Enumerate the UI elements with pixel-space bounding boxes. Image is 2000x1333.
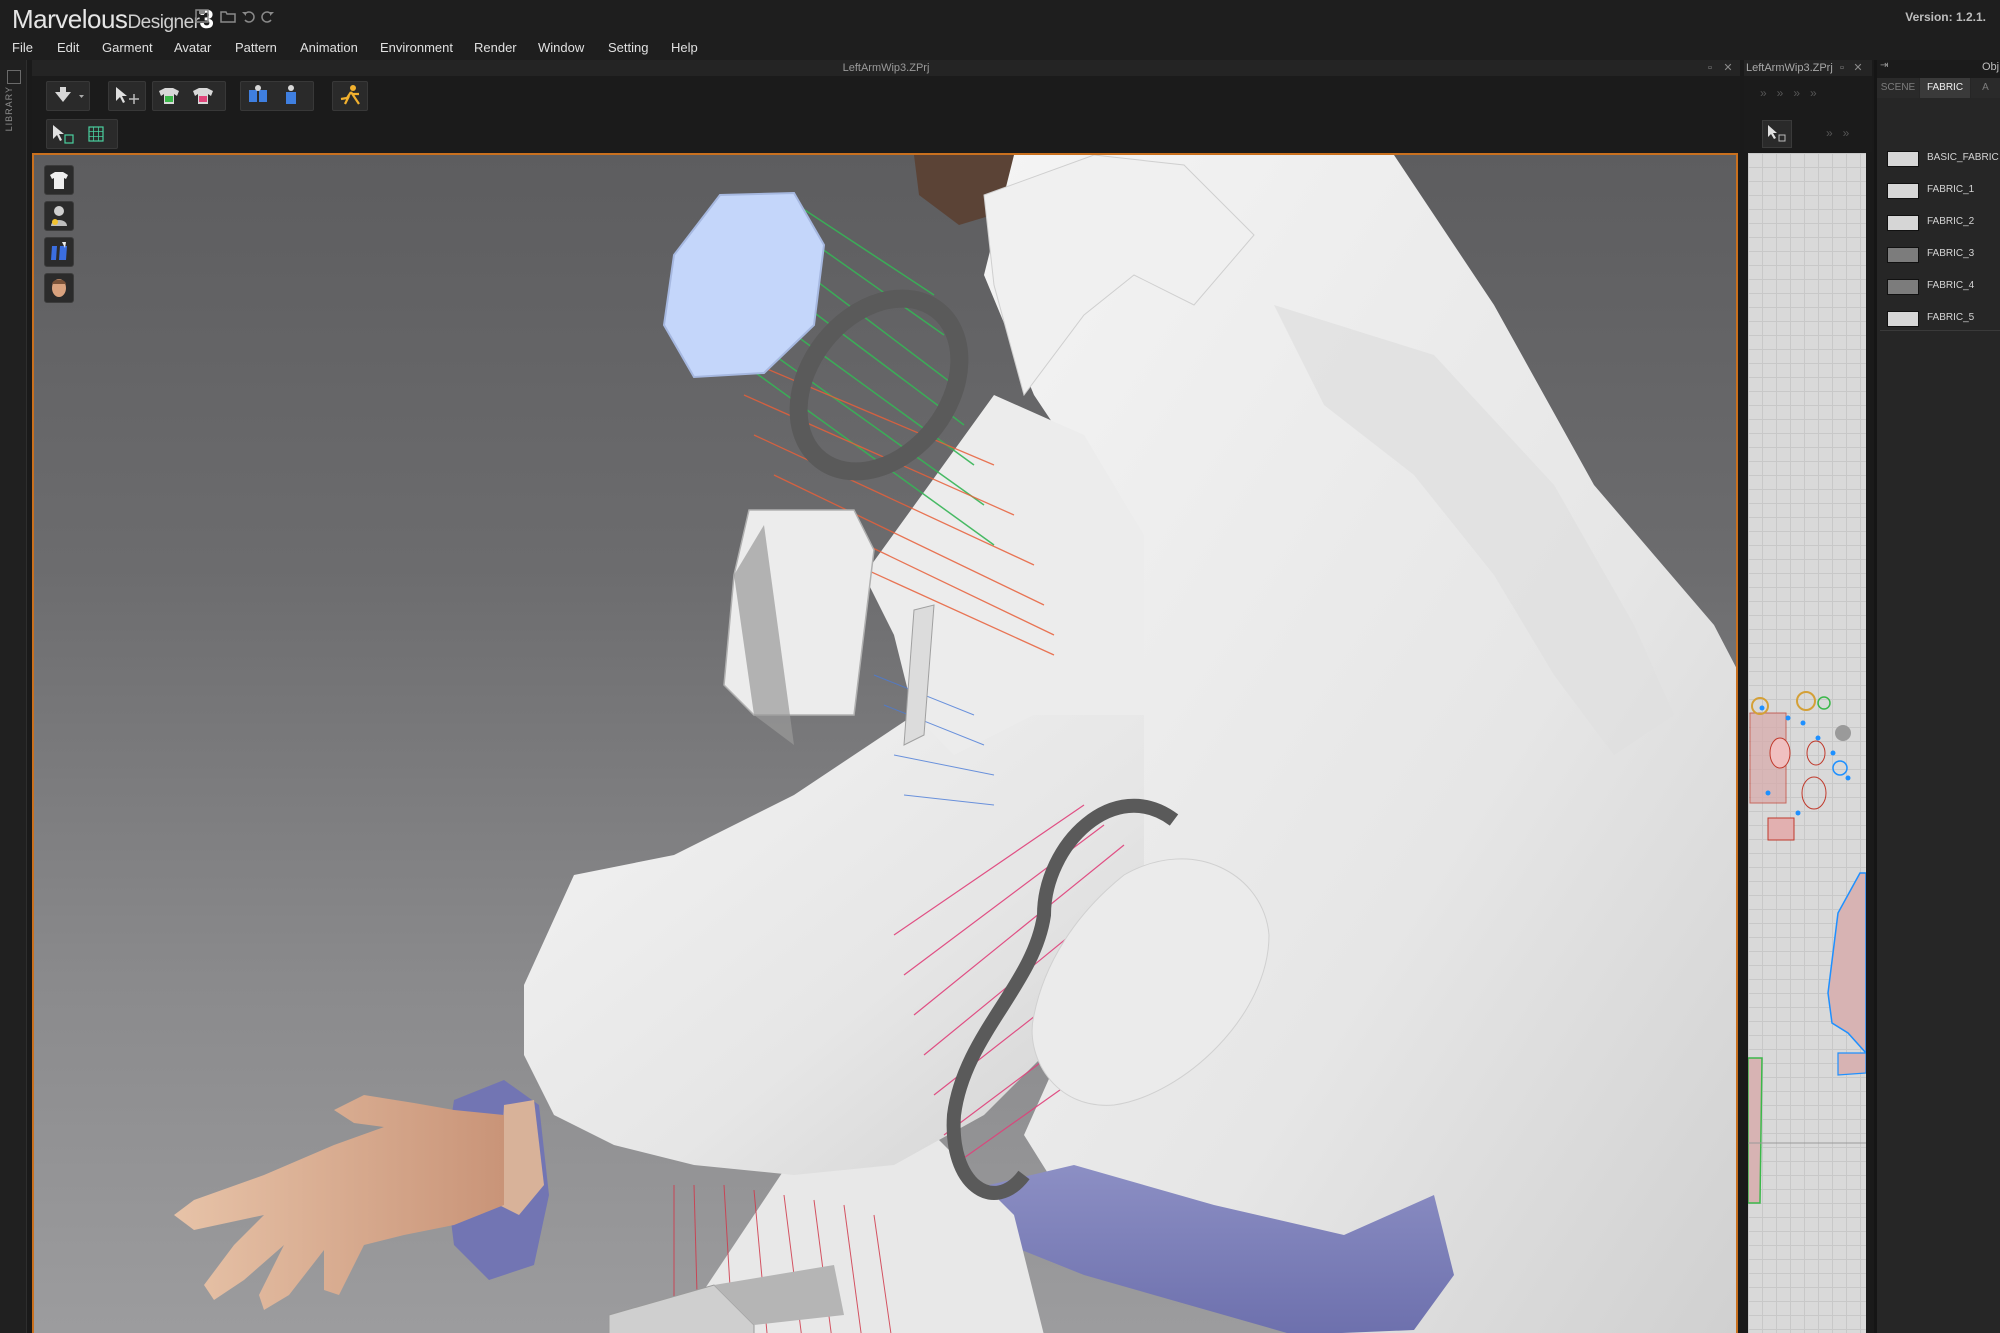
menu-file[interactable]: File [12,36,33,60]
library-label[interactable]: LIBRARY [4,86,14,131]
menu-pattern[interactable]: Pattern [235,36,277,60]
redo-icon[interactable] [260,9,276,23]
undo-icon[interactable] [240,9,256,23]
open-icon[interactable] [220,9,236,23]
2d-tool-chevrons-2[interactable]: » » [1826,126,1849,140]
menu-render[interactable]: Render [474,36,517,60]
fabric-item-1[interactable]: FABRIC_1 [1880,168,2000,200]
title-bar [0,0,2000,36]
menu-environment[interactable]: Environment [380,36,453,60]
fabric-label: BASIC_FABRIC [1927,152,1999,163]
pattern-layout [1748,691,1866,1204]
select-pattern-icon[interactable] [53,125,74,144]
2d-select-tool-icon[interactable] [1762,120,1792,148]
arrange-figure-icon[interactable] [286,85,296,104]
version-label: Version: 1.2.1. [1905,10,1986,24]
garment-green-icon[interactable] [159,88,179,104]
panel-pin-icon[interactable]: ⇥ [1880,60,1888,71]
show-head-icon[interactable] [44,273,74,303]
fabric-item-basic[interactable]: BASIC_FABRIC [1880,136,2000,168]
show-garment-icon[interactable] [44,165,74,195]
pattern-piece-large[interactable] [1827,872,1866,1055]
fabric-item-3[interactable]: FABRIC_3 [1880,232,2000,264]
pattern-piece-left[interactable] [1748,1057,1763,1204]
fabric-swatch [1887,151,1919,167]
select-move-icon[interactable] [108,81,146,111]
garment-pink-icon[interactable] [193,88,213,104]
fabric-swatch [1887,247,1919,263]
fabric-list-divider [1880,330,2000,331]
toolbar-secondary [32,114,1740,152]
app-logo: MarvelousDesigner3 [12,4,214,35]
menu-avatar[interactable]: Avatar [174,36,211,60]
window3d-title: LeftArmWip3.ZPrj [842,62,930,74]
fabric-item-2[interactable]: FABRIC_2 [1880,200,2000,232]
fabric-item-4[interactable]: FABRIC_4 [1880,264,2000,296]
avatar-hand [174,1095,504,1310]
fabric-label: FABRIC_4 [1927,280,1975,291]
fabric-item-5[interactable]: FABRIC_5 [1880,296,2000,328]
menu-setting[interactable]: Setting [608,36,648,60]
fabric-swatch [1887,279,1919,295]
menu-edit[interactable]: Edit [57,36,79,60]
window3d-float-icon[interactable]: ▫ [1704,60,1716,76]
fabric-label: FABRIC_2 [1927,216,1975,227]
fabric-label: FABRIC_3 [1927,248,1975,259]
menu-garment[interactable]: Garment [102,36,153,60]
fabric-list: BASIC_FABRIC FABRIC_1 FABRIC_2 FABRIC_3 … [1880,136,2000,328]
garment-tools-group [152,81,226,111]
menu-help[interactable]: Help [671,36,698,60]
fabric-label: FABRIC_1 [1927,184,1975,195]
app-name-main: Marvelous [12,4,128,34]
arrange-blue-icon[interactable] [249,85,267,102]
move-down-icon[interactable] [46,81,90,111]
show-avatar-icon[interactable] [44,201,74,231]
save-icon[interactable] [194,9,210,23]
library-sidebar[interactable] [0,60,27,1333]
tab-a[interactable]: A [1971,78,2000,98]
window3d-close-icon[interactable]: ✕ [1722,60,1734,76]
menu-window[interactable]: Window [538,36,584,60]
object-browser-title: Obj [1982,61,2000,73]
avatar-scene [174,155,1736,1333]
select-mesh-icon[interactable] [88,126,104,142]
tab-scene[interactable]: SCENE [1877,78,1919,98]
fabric-label: FABRIC_5 [1927,312,1975,323]
fabric-swatch [1887,215,1919,231]
tab-fabric[interactable]: FABRIC [1920,78,1970,98]
window2d-close-icon[interactable]: ✕ [1852,60,1864,76]
selection-tools-group [46,119,118,149]
pattern-piece-strip[interactable] [1837,1052,1866,1076]
arrange-tools-group [240,81,314,111]
window2d-title: LeftArmWip3.ZPrj [1746,62,1833,74]
pattern-piece-disc[interactable] [662,191,826,379]
window2d-float-icon[interactable]: ▫ [1836,60,1848,76]
menu-animation[interactable]: Animation [300,36,358,60]
simulate-icon[interactable] [332,81,368,111]
pattern-canvas-2d[interactable] [1748,153,1866,1333]
library-icon[interactable] [7,70,21,84]
2d-tool-chevrons[interactable]: » » » » [1760,86,1817,100]
fabric-swatch [1887,311,1919,327]
viewport-3d[interactable] [32,153,1738,1333]
app-name-sub: Designer [127,12,200,33]
pattern-cluster [1749,691,1851,841]
show-arrangement-icon[interactable] [44,237,74,267]
fabric-swatch [1887,183,1919,199]
